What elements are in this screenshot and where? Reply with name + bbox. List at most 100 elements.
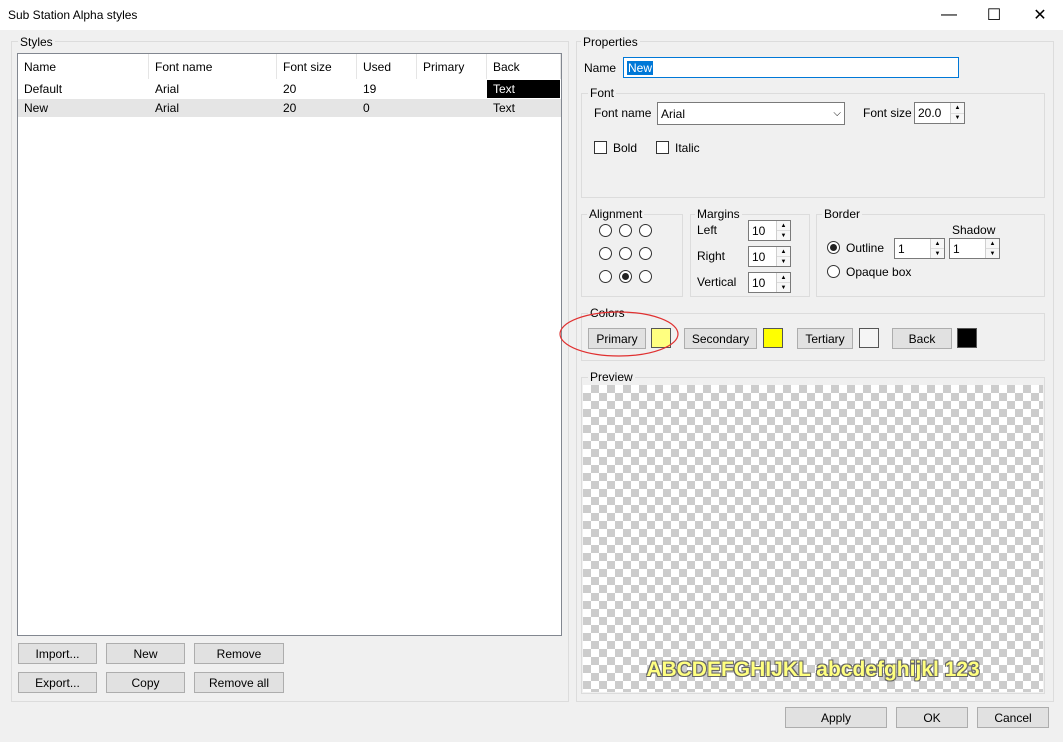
- spin-up-icon[interactable]: ▲: [931, 239, 944, 249]
- align-middle-right-radio[interactable]: [639, 247, 652, 260]
- tertiary-color-button[interactable]: Tertiary: [797, 328, 853, 349]
- spin-down-icon[interactable]: ▼: [931, 249, 944, 258]
- row-font-size: 20: [283, 101, 297, 115]
- border-group-label: Border: [822, 207, 863, 221]
- close-button[interactable]: ✕: [1017, 0, 1063, 30]
- spin-down-icon[interactable]: ▼: [777, 283, 790, 292]
- shadow-stepper[interactable]: 1 ▲ ▼: [949, 238, 1000, 259]
- align-bottom-right-radio[interactable]: [639, 270, 652, 283]
- spin-down-icon[interactable]: ▼: [777, 231, 790, 240]
- column-header-primary[interactable]: Primary: [417, 54, 487, 79]
- font-name-value: Arial: [661, 106, 686, 121]
- bold-label: Bold: [613, 141, 638, 155]
- spin-up-icon[interactable]: ▲: [951, 103, 964, 114]
- row-primary: [417, 80, 423, 98]
- margin-right-value: 10: [752, 249, 766, 264]
- align-bottom-center-radio[interactable]: [619, 270, 632, 283]
- align-top-left-radio[interactable]: [599, 224, 612, 237]
- align-middle-center-radio[interactable]: [619, 247, 632, 260]
- window-title: Sub Station Alpha styles: [8, 8, 138, 22]
- spin-up-icon[interactable]: ▲: [777, 273, 790, 283]
- column-header-font-name[interactable]: Font name: [149, 54, 277, 79]
- styles-list[interactable]: Name Font name Font size Used Primary Ba…: [17, 53, 562, 636]
- name-input[interactable]: New: [623, 57, 959, 78]
- font-name-select[interactable]: Arial ⌵: [657, 102, 845, 125]
- column-header-used[interactable]: Used: [357, 54, 417, 79]
- new-button[interactable]: New: [106, 643, 185, 664]
- opaque-box-radio[interactable]: [827, 265, 840, 278]
- align-middle-left-radio[interactable]: [599, 247, 612, 260]
- align-bottom-left-radio[interactable]: [599, 270, 612, 283]
- spin-down-icon[interactable]: ▼: [986, 249, 999, 258]
- column-header-back[interactable]: Back: [487, 54, 561, 79]
- preview-group-label: Preview: [588, 370, 635, 384]
- import-button[interactable]: Import...: [18, 643, 97, 664]
- back-color-button[interactable]: Back: [892, 328, 952, 349]
- name-input-value: New: [627, 60, 654, 75]
- apply-button[interactable]: Apply: [785, 707, 887, 728]
- outline-stepper[interactable]: 1 ▲ ▼: [894, 238, 945, 259]
- font-group-label: Font: [588, 86, 617, 100]
- margin-vertical-value: 10: [752, 275, 766, 290]
- cancel-button[interactable]: Cancel: [977, 707, 1049, 728]
- secondary-color-button[interactable]: Secondary: [684, 328, 757, 349]
- alignment-group-label: Alignment: [587, 207, 645, 221]
- alignment-group: [581, 214, 683, 297]
- minimize-icon: —: [941, 6, 957, 23]
- remove-all-button[interactable]: Remove all: [194, 672, 284, 693]
- row-font-name: Arial: [155, 82, 180, 96]
- align-top-center-radio[interactable]: [619, 224, 632, 237]
- styles-group-label: Styles: [18, 35, 55, 49]
- back-color-swatch[interactable]: [957, 328, 977, 348]
- copy-button[interactable]: Copy: [106, 672, 185, 693]
- outline-label: Outline: [846, 241, 885, 255]
- spin-down-icon[interactable]: ▼: [951, 113, 964, 123]
- margins-group-label: Margins: [695, 207, 742, 221]
- font-name-label: Font name: [594, 106, 652, 120]
- bold-checkbox[interactable]: [594, 141, 607, 154]
- italic-checkbox[interactable]: [656, 141, 669, 154]
- remove-button[interactable]: Remove: [194, 643, 284, 664]
- column-header-name[interactable]: Name: [18, 54, 149, 79]
- tertiary-color-swatch[interactable]: [859, 328, 879, 348]
- row-primary: [417, 99, 423, 117]
- spin-up-icon[interactable]: ▲: [777, 247, 790, 257]
- preview-canvas: ABCDEFGHIJKL abcdefghijkl 123: [583, 385, 1043, 692]
- close-icon: ✕: [1033, 7, 1047, 24]
- preview-sample-text: ABCDEFGHIJKL abcdefghijkl 123: [646, 658, 980, 681]
- outline-value: 1: [898, 241, 905, 256]
- spin-up-icon[interactable]: ▲: [986, 239, 999, 249]
- row-used: 19: [363, 82, 377, 96]
- name-label: Name: [584, 61, 617, 75]
- ok-button[interactable]: OK: [896, 707, 968, 728]
- row-back-sample: Text: [493, 101, 516, 115]
- row-name: Default: [24, 82, 63, 96]
- title-bar: [0, 0, 1063, 30]
- column-header-font-size[interactable]: Font size: [277, 54, 357, 79]
- align-top-right-radio[interactable]: [639, 224, 652, 237]
- margin-vertical-stepper[interactable]: 10 ▲ ▼: [748, 272, 791, 293]
- margin-right-stepper[interactable]: 10 ▲ ▼: [748, 246, 791, 267]
- export-button[interactable]: Export...: [18, 672, 97, 693]
- margin-left-label: Left: [697, 223, 718, 237]
- row-used: 0: [363, 101, 370, 115]
- maximize-button[interactable]: ☐: [971, 0, 1017, 30]
- font-size-stepper[interactable]: 20.0 ▲ ▼: [914, 102, 965, 124]
- font-size-value: 20.0: [918, 106, 942, 120]
- chevron-down-icon: ⌵: [833, 108, 841, 119]
- margin-right-label: Right: [697, 249, 726, 263]
- table-row[interactable]: New Arial 20 0 Text: [18, 99, 561, 117]
- margin-left-value: 10: [752, 223, 766, 238]
- secondary-color-swatch[interactable]: [763, 328, 783, 348]
- minimize-button[interactable]: —: [926, 0, 972, 30]
- table-row[interactable]: Default Arial 20 19 Text: [18, 80, 561, 98]
- outline-radio[interactable]: [827, 241, 840, 254]
- properties-group-label: Properties: [581, 35, 640, 49]
- italic-label: Italic: [675, 141, 700, 155]
- annotation-ellipse: [559, 311, 679, 357]
- margin-left-stepper[interactable]: 10 ▲ ▼: [748, 220, 791, 241]
- spin-up-icon[interactable]: ▲: [777, 221, 790, 231]
- font-size-label: Font size: [863, 106, 912, 120]
- maximize-icon: ☐: [986, 7, 1002, 24]
- spin-down-icon[interactable]: ▼: [777, 257, 790, 266]
